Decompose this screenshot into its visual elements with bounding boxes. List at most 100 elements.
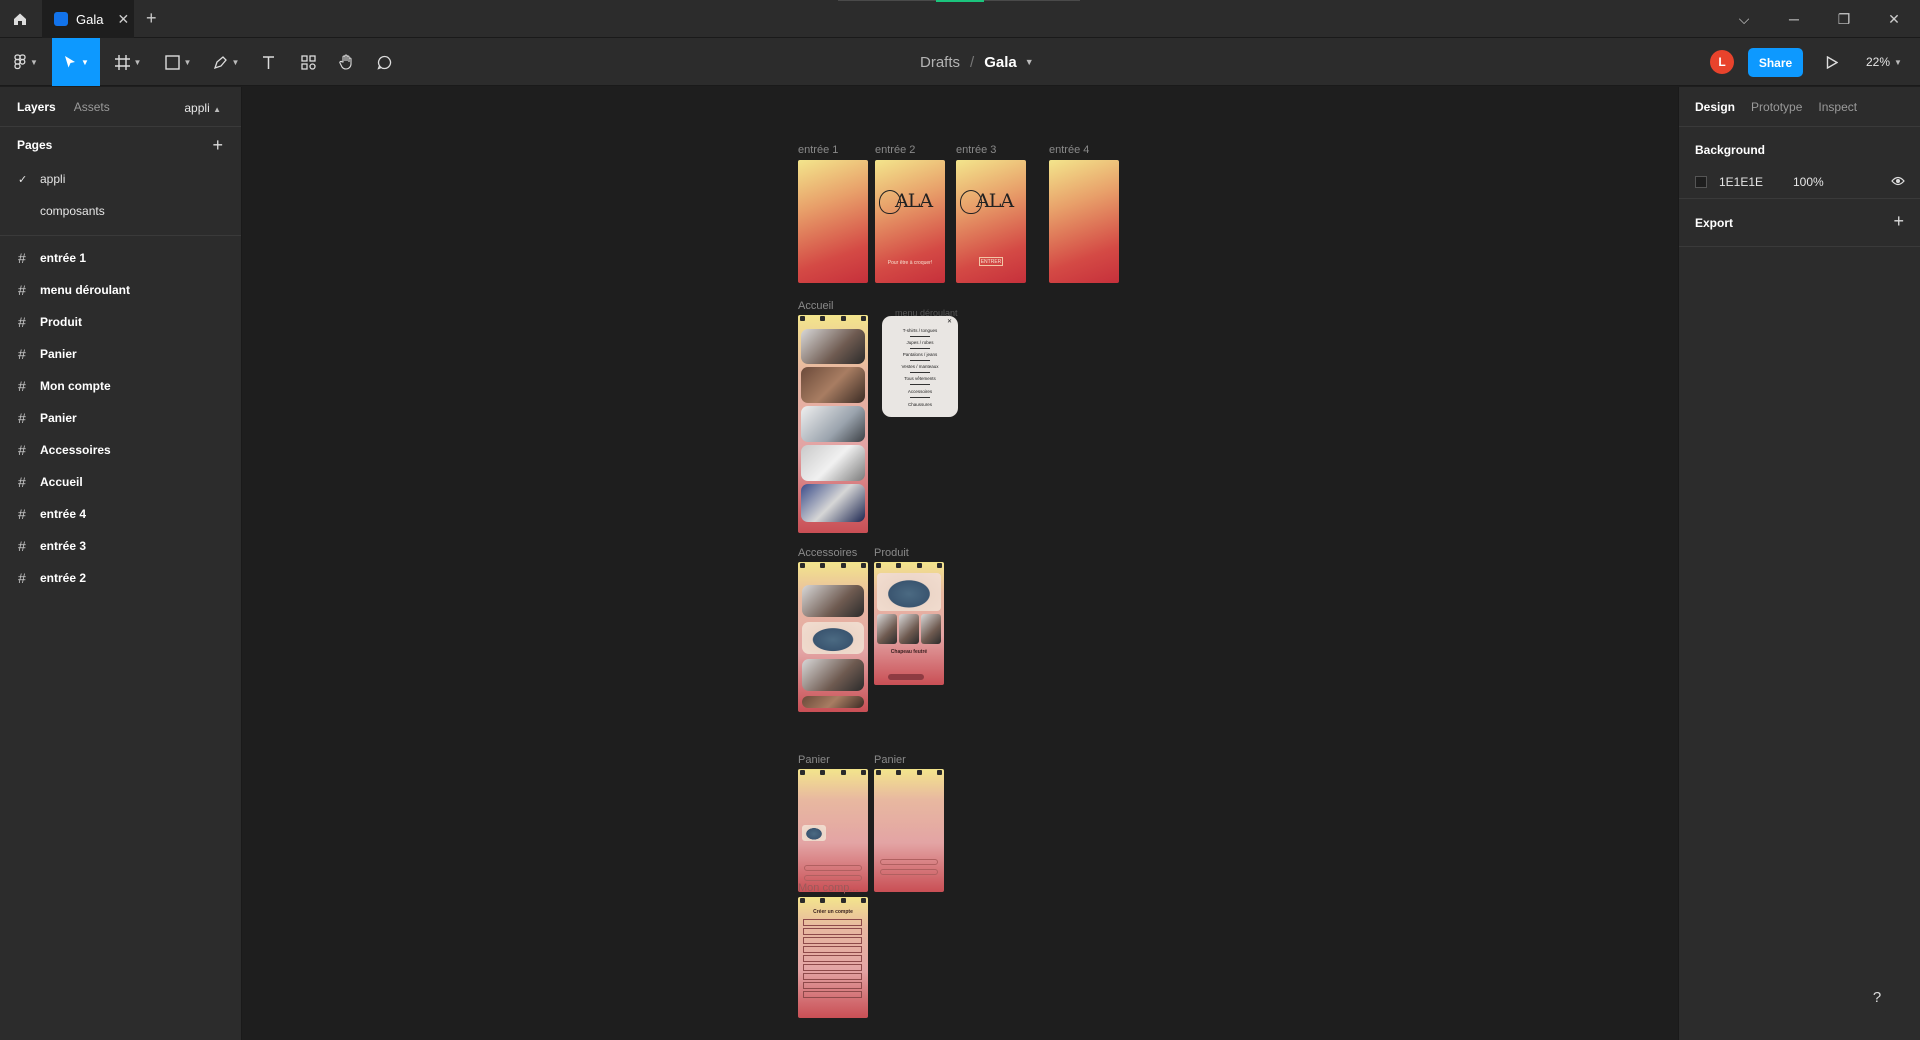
- layer-item[interactable]: # entrée 4: [0, 498, 241, 530]
- frame-entree-4[interactable]: [1049, 160, 1119, 283]
- tabs-dropdown-button[interactable]: ⌵: [1724, 6, 1764, 32]
- breadcrumb-drafts[interactable]: Drafts: [920, 54, 960, 71]
- layer-item[interactable]: # entrée 1: [0, 242, 241, 274]
- frame-label-entree-4[interactable]: entrée 4: [1049, 144, 1089, 156]
- frame-produit[interactable]: Chapeau feutré: [874, 562, 944, 685]
- eye-icon[interactable]: [1891, 175, 1905, 189]
- file-name[interactable]: Gala: [984, 54, 1017, 71]
- frame-layer-icon: #: [18, 314, 26, 330]
- color-swatch[interactable]: [1695, 176, 1707, 188]
- menu-item: Jupes / robes: [906, 340, 934, 345]
- tab-prototype[interactable]: Prototype: [1751, 100, 1802, 114]
- canvas[interactable]: entrée 1 entrée 2 ALA Pour être à croque…: [243, 87, 1678, 1040]
- frame-panier-2[interactable]: [874, 769, 944, 892]
- frame-accessoires[interactable]: [798, 562, 868, 712]
- avatar[interactable]: L: [1710, 50, 1734, 74]
- right-panel-tabs: Design Prototype Inspect: [1679, 87, 1920, 127]
- frame-label-mon-compte[interactable]: Mon comp...: [798, 882, 859, 894]
- layer-item[interactable]: # Accessoires: [0, 434, 241, 466]
- frame-label-entree-1[interactable]: entrée 1: [798, 144, 838, 156]
- share-button[interactable]: Share: [1748, 48, 1803, 77]
- frame-panier-1[interactable]: [798, 769, 868, 892]
- frame-icon: [114, 54, 130, 70]
- gala-logo: ALA: [879, 190, 933, 214]
- thumbnail: [801, 367, 865, 403]
- frame-accueil[interactable]: [798, 315, 868, 533]
- form-field: [803, 946, 862, 953]
- background-hex-input[interactable]: 1E1E1E: [1719, 175, 1793, 189]
- menu-item: Chaussures: [907, 402, 932, 407]
- text-tool[interactable]: [252, 38, 284, 86]
- tab-assets[interactable]: Assets: [74, 100, 110, 114]
- new-tab-button[interactable]: +: [146, 8, 157, 29]
- frame-layer-icon: #: [18, 538, 26, 554]
- chevron-down-icon[interactable]: ▼: [1025, 57, 1034, 67]
- tab-design[interactable]: Design: [1695, 100, 1735, 114]
- frame-label-accueil[interactable]: Accueil: [798, 300, 833, 312]
- tab-inspect[interactable]: Inspect: [1818, 100, 1857, 114]
- frame-mon-compte[interactable]: Créer un compte: [798, 897, 868, 1018]
- layer-label: entrée 4: [40, 507, 87, 521]
- pen-tool[interactable]: ▼: [206, 38, 246, 86]
- frame-label-entree-2[interactable]: entrée 2: [875, 144, 915, 156]
- background-heading: Background: [1695, 143, 1766, 157]
- comment-tool[interactable]: [368, 38, 400, 86]
- thumbnail: [801, 329, 865, 364]
- frame-entree-2[interactable]: ALA Pour être à croquer!: [875, 160, 945, 283]
- chevron-down-icon: ▼: [183, 57, 192, 67]
- add-page-icon[interactable]: +: [212, 135, 223, 156]
- current-page-selector[interactable]: appli ▲: [184, 101, 221, 115]
- pages-divider: [0, 235, 241, 236]
- main-menu-button[interactable]: ▼: [8, 38, 44, 86]
- restore-button[interactable]: ❐: [1824, 6, 1864, 32]
- layer-label: Panier: [40, 411, 77, 425]
- zoom-control[interactable]: 22% ▼: [1866, 38, 1902, 86]
- frame-tool[interactable]: ▼: [108, 38, 148, 86]
- layer-item[interactable]: # entrée 2: [0, 562, 241, 594]
- mini-nav-bar: [798, 562, 868, 571]
- layer-label: entrée 3: [40, 539, 87, 553]
- page-item-composants[interactable]: composants: [0, 195, 241, 227]
- export-heading: Export: [1695, 216, 1734, 230]
- close-tab-icon[interactable]: ✕: [117, 11, 129, 28]
- frame-label-accessoires[interactable]: Accessoires: [798, 547, 857, 559]
- layer-label: Accueil: [40, 475, 83, 489]
- help-button[interactable]: ?: [1860, 980, 1894, 1014]
- frame-layer-icon: #: [18, 378, 26, 394]
- present-button[interactable]: [1820, 50, 1844, 74]
- resources-icon: [300, 54, 316, 70]
- layer-item[interactable]: # entrée 3: [0, 530, 241, 562]
- tab-layers[interactable]: Layers: [17, 100, 56, 114]
- frame-label-panier-1[interactable]: Panier: [798, 754, 830, 766]
- frame-entree-1[interactable]: [798, 160, 868, 283]
- layer-item[interactable]: # menu déroulant: [0, 274, 241, 306]
- layer-item[interactable]: # Mon compte: [0, 370, 241, 402]
- resources-tool[interactable]: [292, 38, 324, 86]
- layer-item[interactable]: # Panier: [0, 402, 241, 434]
- add-export-icon[interactable]: +: [1893, 211, 1904, 232]
- move-tool[interactable]: ▼: [52, 38, 100, 86]
- close-window-button[interactable]: ✕: [1874, 6, 1914, 32]
- background-opacity-input[interactable]: 100%: [1793, 175, 1853, 189]
- layer-label: entrée 2: [40, 571, 87, 585]
- page-item-appli[interactable]: ✓ appli: [0, 163, 241, 195]
- frame-entree-3[interactable]: ALA ENTRER: [956, 160, 1026, 283]
- pen-icon: [213, 55, 227, 69]
- home-button[interactable]: [0, 0, 40, 38]
- product-image: [877, 573, 941, 611]
- layer-item[interactable]: # Panier: [0, 338, 241, 370]
- minimize-button[interactable]: ─: [1774, 6, 1814, 32]
- frame-menu-deroulant[interactable]: ✕ T-shirts / tongues Jupes / robes Panta…: [882, 316, 958, 417]
- page-label: composants: [40, 204, 105, 218]
- frame-label-produit[interactable]: Produit: [874, 547, 909, 559]
- layer-item[interactable]: # Produit: [0, 306, 241, 338]
- hand-tool[interactable]: [330, 38, 362, 86]
- frame-label-panier-2[interactable]: Panier: [874, 754, 906, 766]
- layer-item[interactable]: # Accueil: [0, 466, 241, 498]
- breadcrumb: Drafts / Gala ▼: [920, 38, 1034, 86]
- left-panel-tabs: Layers Assets appli ▲: [0, 87, 241, 127]
- tab-gala[interactable]: Gala ✕: [42, 0, 134, 38]
- frame-label-entree-3[interactable]: entrée 3: [956, 144, 996, 156]
- shape-tool[interactable]: ▼: [158, 38, 198, 86]
- layer-label: Mon compte: [40, 379, 111, 393]
